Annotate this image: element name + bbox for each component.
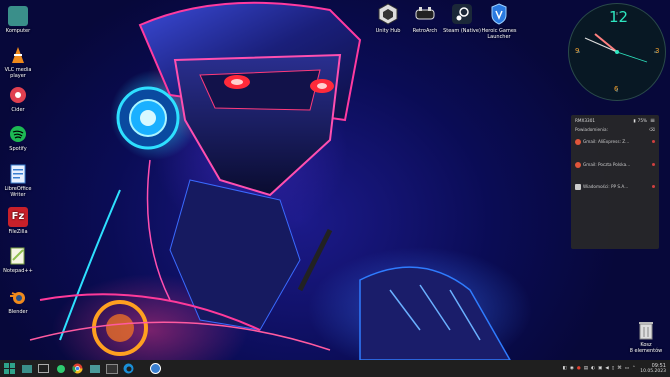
notification-item[interactable]: Gmail: Poczta Polska... xyxy=(571,160,659,169)
phone-notification-widget: RMX3301 ▮ 75% ≡ Powiadomienia: ⌫ Gmail: … xyxy=(571,115,659,249)
device-name: RMX3301 xyxy=(575,117,596,123)
spotify-icon xyxy=(8,124,28,144)
desktop-icon-label: RetroArch xyxy=(412,28,438,34)
desktop-icon-label: LibreOffice Writer xyxy=(4,186,32,198)
folder-icon xyxy=(89,364,100,373)
tray-app-icon[interactable]: ▣ xyxy=(598,366,602,371)
desktop-icon-label: Cider xyxy=(11,107,25,113)
retroarch-icon xyxy=(414,3,436,25)
system-tray: ◧ ◉ ● ▤ ◐ ▣ ◀ ▯ ⌘ ▭ ⌃ 09:51 10.05.2023 xyxy=(561,360,666,377)
dismiss-icon[interactable] xyxy=(652,163,655,166)
notepad-icon xyxy=(8,246,28,266)
desktop-icon-label: Komputer xyxy=(5,28,31,34)
clock-display[interactable]: 09:51 10.05.2023 xyxy=(640,363,666,374)
desktop-icon-filezilla[interactable]: Fz FileZilla xyxy=(0,207,36,235)
desktop-icon-trash[interactable]: Kosz 8 elementów xyxy=(626,320,666,354)
taskbar-files[interactable] xyxy=(88,362,101,375)
notification-item[interactable]: Wiadomości: PP S.A... xyxy=(571,182,659,191)
cider-icon xyxy=(8,85,28,105)
messages-icon xyxy=(575,183,581,190)
app-circle-icon xyxy=(56,364,65,373)
filezilla-icon: Fz xyxy=(8,207,28,227)
taskbar-desktop-switcher[interactable] xyxy=(37,362,50,375)
start-icon xyxy=(4,363,15,374)
chevron-up-icon[interactable]: ⌃ xyxy=(632,366,636,371)
desktop-icon-writer[interactable]: LibreOffice Writer xyxy=(0,164,36,198)
heroic-icon xyxy=(488,3,510,25)
tray-app-icon[interactable]: ▯ xyxy=(612,366,614,371)
notifications-section-header: Powiadomienia: ⌫ xyxy=(571,125,659,134)
desktop-icon-unity-hub[interactable]: Unity Hub xyxy=(367,3,409,34)
desktop-icon-blender[interactable]: Blender xyxy=(0,287,36,315)
taskbar-chrome[interactable] xyxy=(71,362,84,375)
gmail-icon xyxy=(575,138,581,145)
terminal-icon xyxy=(105,363,118,374)
notification-text: Gmail: AliExpress: Z... xyxy=(583,139,630,144)
vlc-cone-icon xyxy=(8,45,28,65)
tray-app-icon[interactable]: ◧ xyxy=(563,366,567,371)
tray-app-icon[interactable]: ◐ xyxy=(591,366,595,371)
notification-text: Wiadomości: PP S.A... xyxy=(583,184,629,189)
tray-app-icon[interactable]: ⌘ xyxy=(617,366,622,371)
desktop-icon-label: Heroic Games Launcher xyxy=(481,28,517,40)
folder-icon xyxy=(21,364,32,373)
dismiss-icon[interactable] xyxy=(652,140,655,143)
start-menu-button[interactable] xyxy=(3,362,16,375)
trash-sublabel: 8 elementów xyxy=(629,348,663,354)
steam-icon xyxy=(451,3,473,25)
notification-item[interactable]: Gmail: AliExpress: Z... xyxy=(571,137,659,146)
taskbar-edge[interactable] xyxy=(122,362,135,375)
tray-app-icon[interactable]: ◉ xyxy=(570,366,574,371)
blender-icon xyxy=(8,287,28,307)
desktop-icon-vlc[interactable]: VLC media player xyxy=(0,45,36,79)
signal-icon: ▮ xyxy=(633,117,636,123)
network-icon[interactable]: ▭ xyxy=(625,366,629,371)
edge-icon xyxy=(123,363,134,374)
desktop-icon-spotify[interactable]: Spotify xyxy=(0,124,36,152)
taskbar-file-manager[interactable] xyxy=(20,362,33,375)
unity-icon xyxy=(377,3,399,25)
gmail-icon xyxy=(575,161,581,168)
menu-icon[interactable]: ≡ xyxy=(650,117,655,124)
date-text: 10.05.2023 xyxy=(640,368,666,374)
desktop-icon-label: VLC media player xyxy=(4,67,32,79)
desktop-icon-label: Steam (Native) xyxy=(443,28,481,34)
volume-icon[interactable]: ◀ xyxy=(605,366,608,371)
desktop-icon-heroic[interactable]: Heroic Games Launcher xyxy=(478,3,520,40)
widget-header: RMX3301 ▮ 75% ≡ xyxy=(571,115,659,125)
desktop-icon-steam[interactable]: Steam (Native) xyxy=(441,3,483,34)
desktop-icon-label: FileZilla xyxy=(8,229,28,235)
app-circle-icon xyxy=(150,363,161,374)
taskbar-app[interactable] xyxy=(54,362,67,375)
analog-clock-widget: 12 3 6 9 xyxy=(568,3,666,101)
trash-icon xyxy=(636,320,656,340)
taskbar: ◧ ◉ ● ▤ ◐ ▣ ◀ ▯ ⌘ ▭ ⌃ 09:51 10.05.2023 xyxy=(0,360,670,377)
dismiss-icon[interactable] xyxy=(652,185,655,188)
folder-icon xyxy=(8,6,28,26)
desktop-icon-label: Unity Hub xyxy=(375,28,401,34)
desktop-icon-label: Blender xyxy=(8,309,28,315)
section-label: Powiadomienia: xyxy=(575,127,608,132)
taskbar-terminal[interactable] xyxy=(105,362,118,375)
desktop-icon-cider[interactable]: Cider xyxy=(0,85,36,113)
desktop-icon-label: Notepad++ xyxy=(3,268,33,274)
writer-icon xyxy=(8,164,28,184)
battery-level: 75% xyxy=(637,117,647,123)
clear-all-icon[interactable]: ⌫ xyxy=(649,127,655,132)
desktop-icon xyxy=(38,364,49,373)
taskbar-app-2[interactable] xyxy=(149,362,162,375)
desktop-icon-retroarch[interactable]: RetroArch xyxy=(404,3,446,34)
clock-hands xyxy=(577,12,657,92)
notification-text: Gmail: Poczta Polska... xyxy=(583,162,631,167)
tray-app-icon[interactable]: ● xyxy=(577,366,581,371)
tray-app-icon[interactable]: ▤ xyxy=(584,366,588,371)
desktop-icon-notepad[interactable]: Notepad++ xyxy=(0,246,36,274)
chrome-icon xyxy=(72,363,83,374)
desktop-icon-label: Spotify xyxy=(9,146,27,152)
desktop-icon-komputer[interactable]: Komputer xyxy=(0,6,36,34)
